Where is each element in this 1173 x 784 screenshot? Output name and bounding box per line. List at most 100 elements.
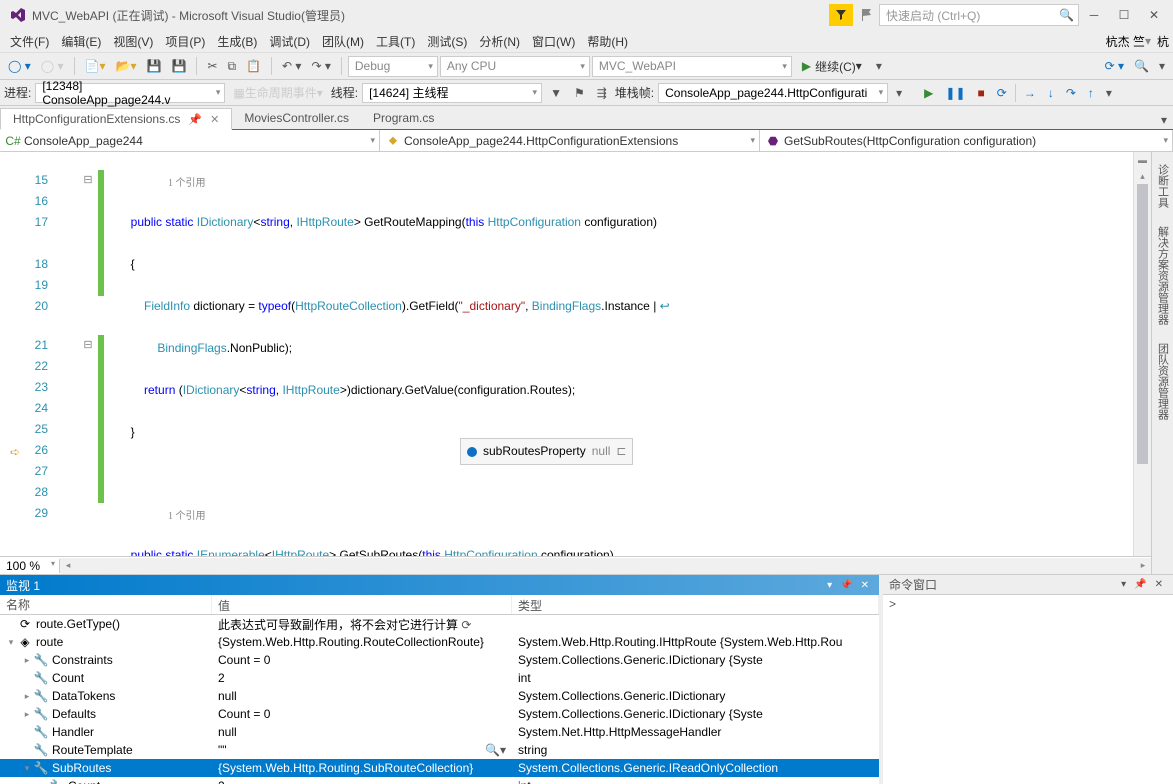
step-out-button[interactable]: ↑ (1084, 84, 1098, 102)
watch-row[interactable]: 🔧Count2int (0, 669, 879, 687)
menu-project[interactable]: 项目(P) (159, 31, 211, 52)
browser-combo[interactable]: ▾ (872, 57, 886, 75)
menu-edit[interactable]: 编辑(E) (55, 31, 107, 52)
vertical-scrollbar[interactable]: ▬ ▴ (1133, 152, 1151, 556)
platform-combo[interactable]: Any CPU (440, 56, 590, 77)
panel-pin-icon[interactable]: 📌 (836, 580, 856, 591)
panel-dropdown-icon[interactable]: ▾ (1117, 579, 1130, 590)
show-next-stmt-button[interactable]: → (1020, 84, 1040, 102)
panel-dropdown-icon[interactable]: ▾ (823, 580, 836, 591)
watch-row[interactable]: ▸🔧DefaultsCount = 0System.Collections.Ge… (0, 705, 879, 723)
step-over-button[interactable]: ↷ (1062, 84, 1080, 102)
horizontal-scrollbar[interactable]: ◂▸ (60, 558, 1151, 574)
toolbar-overflow[interactable]: ▾ (1155, 57, 1169, 75)
watch-row[interactable]: ▾🔧SubRoutes{System.Web.Http.Routing.SubR… (0, 759, 879, 777)
notification-button[interactable] (829, 4, 853, 26)
outline-column[interactable]: ⊟ ⊟ (78, 152, 98, 556)
open-button[interactable]: 📂▾ (112, 57, 141, 75)
thread-combo[interactable]: [14624] 主线程 (362, 83, 542, 103)
feedback-button[interactable] (855, 4, 879, 26)
col-value[interactable]: 值 (212, 595, 512, 614)
nav-back-button[interactable]: ◯ ▾ (4, 57, 35, 75)
code-editor[interactable]: 1 个引用 public static IDictionary<string, … (104, 152, 1133, 556)
run-button[interactable]: ▶ (920, 84, 937, 102)
tab-movies[interactable]: MoviesController.cs (232, 107, 361, 129)
menu-debug[interactable]: 调试(D) (263, 31, 316, 52)
redo-button[interactable]: ↷ ▾ (307, 57, 334, 75)
pin-icon[interactable]: 📌 (188, 113, 202, 126)
debug-tooltip[interactable]: subRoutesProperty null ⊏ (460, 438, 633, 465)
undo-button[interactable]: ↶ ▾ (278, 57, 305, 75)
menu-help[interactable]: 帮助(H) (581, 31, 634, 52)
pause-button[interactable]: ❚❚ (941, 84, 969, 102)
maximize-button[interactable]: ☐ (1109, 4, 1139, 26)
split-icon[interactable]: ▬ (1134, 152, 1151, 168)
watch-row[interactable]: 🔧HandlernullSystem.Net.Http.HttpMessageH… (0, 723, 879, 741)
user-name[interactable]: 杭杰 竺 (1106, 33, 1145, 50)
col-type[interactable]: 类型 (512, 595, 879, 614)
step-into-button[interactable]: ↓ (1044, 84, 1058, 102)
stop-button[interactable]: ■ (974, 84, 989, 102)
magnify-icon[interactable]: 🔍▾ (485, 743, 506, 757)
menu-build[interactable]: 生成(B) (211, 31, 263, 52)
close-icon[interactable]: ✕ (210, 113, 219, 126)
col-name[interactable]: 名称 (0, 595, 212, 614)
user-dropdown-icon[interactable]: ▾ (1145, 34, 1151, 48)
panel-close-icon[interactable]: ✕ (1151, 579, 1167, 590)
nav-fwd-button[interactable]: ◯ ▾ (37, 57, 68, 75)
quick-launch-input[interactable]: 快速启动 (Ctrl+Q) 🔍 (879, 4, 1079, 26)
menu-analyze[interactable]: 分析(N) (473, 31, 526, 52)
new-project-button[interactable]: 📄▾ (81, 57, 110, 75)
watch-panel-header[interactable]: 监视 1 ▾ 📌 ✕ (0, 575, 879, 595)
menu-team[interactable]: 团队(M) (316, 31, 370, 52)
sidetab-team-explorer[interactable]: 团队资源管理器 (1153, 335, 1173, 428)
watch-row[interactable]: ▾◈route{System.Web.Http.Routing.RouteCol… (0, 633, 879, 651)
copy-button[interactable]: ⧉ (224, 57, 241, 76)
watch-row[interactable]: ▸🔧DataTokensnullSystem.Collections.Gener… (0, 687, 879, 705)
filter-button[interactable]: ▼ (546, 84, 566, 102)
sidetab-solution-explorer[interactable]: 解决方案资源管理器 (1153, 218, 1173, 333)
expand-icon[interactable]: ▸ (20, 691, 34, 702)
find-in-files-button[interactable]: 🔍 (1130, 57, 1153, 75)
watch-row[interactable]: 🔧Count2int (0, 777, 879, 784)
sidetab-diagnostics[interactable]: 诊断工具 (1153, 156, 1173, 216)
nav-class-combo[interactable]: ⬥ConsoleApp_page244.HttpConfigurationExt… (380, 130, 760, 151)
panel-close-icon[interactable]: ✕ (857, 580, 873, 591)
thread-marker-button[interactable]: ⇶ (593, 84, 611, 102)
watch-row[interactable]: 🔧RouteTemplate"" 🔍▾string (0, 741, 879, 759)
refresh-button[interactable]: ⟳ ▾ (1101, 57, 1128, 75)
tab-httpconfig[interactable]: HttpConfigurationExtensions.cs📌✕ (0, 108, 232, 130)
save-button[interactable]: 💾 (143, 57, 166, 75)
panel-pin-icon[interactable]: 📌 (1130, 579, 1150, 590)
menu-file[interactable]: 文件(F) (4, 31, 55, 52)
nav-member-combo[interactable]: ⬣GetSubRoutes(HttpConfiguration configur… (760, 130, 1173, 151)
menu-window[interactable]: 窗口(W) (526, 31, 581, 52)
command-panel-header[interactable]: 命令窗口 ▾ 📌 ✕ (883, 575, 1173, 595)
tabs-dropdown[interactable]: ▾ (1155, 111, 1173, 129)
minimize-button[interactable]: ─ (1079, 4, 1109, 26)
zoom-combo[interactable]: 100 % (0, 559, 60, 573)
tab-program[interactable]: Program.cs (361, 107, 446, 129)
debug-overflow[interactable]: ▾ (1102, 84, 1116, 102)
stackframe-overflow[interactable]: ▾ (892, 84, 906, 102)
flag-threads-button[interactable]: ⚑ (570, 84, 589, 102)
config-combo[interactable]: Debug (348, 56, 438, 77)
reevaluate-icon[interactable]: ⟳ (461, 618, 471, 632)
pin-tooltip-icon[interactable]: ⊏ (616, 441, 626, 462)
expand-icon[interactable]: ▸ (20, 655, 34, 666)
save-all-button[interactable]: 💾 (167, 57, 190, 75)
expand-icon[interactable]: ▸ (20, 709, 34, 720)
lifecycle-button[interactable]: ▦ 生命周期事件 ▾ (229, 82, 326, 103)
nav-project-combo[interactable]: C#ConsoleApp_page244 (0, 130, 380, 151)
scroll-up-icon[interactable]: ▴ (1134, 168, 1151, 184)
menu-test[interactable]: 测试(S) (421, 31, 473, 52)
restart-button[interactable]: ⟳ (993, 84, 1011, 102)
user-badge[interactable]: 杭 (1157, 33, 1169, 50)
process-combo[interactable]: [12348] ConsoleApp_page244.v (35, 83, 225, 103)
paste-button[interactable]: 📋 (242, 57, 265, 75)
command-window-body[interactable]: > (883, 595, 1173, 784)
continue-button[interactable]: ▶继续(C) ▾ (794, 58, 870, 75)
watch-row[interactable]: ▸🔧ConstraintsCount = 0System.Collections… (0, 651, 879, 669)
stackframe-combo[interactable]: ConsoleApp_page244.HttpConfigurati (658, 83, 888, 103)
cut-button[interactable]: ✂ (203, 57, 221, 75)
